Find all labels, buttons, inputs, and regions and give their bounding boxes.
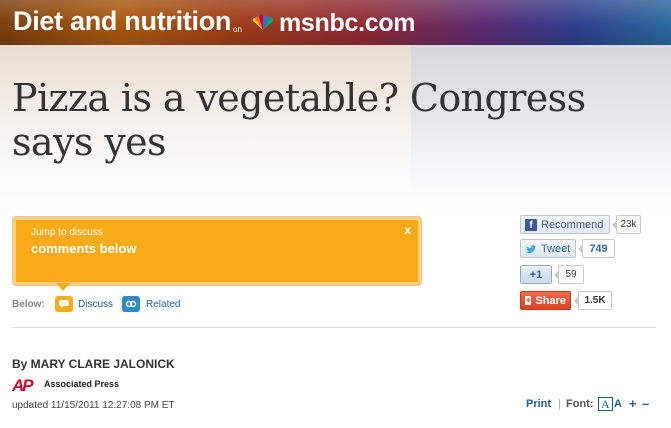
close-icon[interactable]: x [404,223,411,237]
font-increase-button[interactable]: + [629,396,637,411]
nbc-peacock-icon[interactable] [251,15,275,31]
facebook-recommend-button[interactable]: f Recommend [520,215,610,234]
font-label: Font: [566,398,594,410]
comments-below-label[interactable]: comments below [31,241,136,256]
jump-to-discuss-box[interactable]: Jump to discuss comments below x [12,216,422,286]
social-share-panel: f Recommend 23k Tweet 749 +1 59 + Share … [520,215,660,315]
tools-separator: | [558,398,561,410]
ap-logo: AP [12,376,34,395]
tweet-button[interactable]: Tweet [520,239,576,258]
updated-timestamp: updated 11/15/2011 12:27:08 PM ET [12,400,175,411]
tweet-label: Tweet [541,242,571,255]
print-link[interactable]: Print [526,398,551,410]
callout-pointer [56,283,70,291]
article-byline: By MARY CLARE JALONICK [12,357,175,371]
recommend-label: Recommend [541,218,604,231]
plus-one-label: +1 [529,268,543,281]
below-label: Below: [12,299,45,310]
section-banner: Diet and nutrition on msnbc.com [0,0,671,45]
related-link[interactable]: Related [146,299,180,310]
article-headline: Pizza is a vegetable? Congress says yes [12,76,652,164]
tweet-count: 749 [578,239,615,258]
section-divider [12,327,656,328]
twitter-bird-icon [525,244,537,254]
agency-name: Associated Press [44,379,120,389]
headline-line-2: says yes [12,120,166,164]
google-plus-one-button[interactable]: +1 [520,265,552,284]
on-text: on [233,25,242,34]
facebook-icon: f [525,218,537,231]
share-button[interactable]: + Share [520,291,571,310]
plus-one-count: 59 [554,265,584,284]
share-label: Share [535,294,566,307]
discuss-icon[interactable] [55,296,73,312]
share-count: 1.5K [574,291,612,310]
headline-line-1: Pizza is a vegetable? Congress [12,76,586,120]
jump-to-discuss-label: Jump to discuss [31,227,103,238]
section-title[interactable]: Diet and nutrition [13,6,231,37]
recommend-count: 23k [612,215,641,234]
font-decrease-button[interactable]: – [642,396,649,411]
related-icon[interactable] [122,296,140,312]
discuss-link[interactable]: Discuss [78,299,113,310]
font-serif-icon[interactable]: A [598,397,613,411]
brand-logo[interactable]: msnbc.com [279,9,416,38]
share-plus-icon: + [525,295,532,305]
font-sans-button[interactable]: A [614,398,622,410]
